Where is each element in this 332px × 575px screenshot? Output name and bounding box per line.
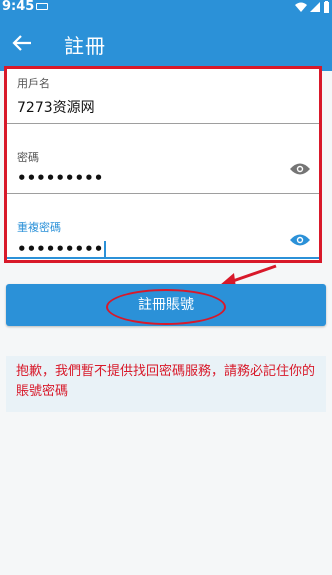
keyboard-icon	[36, 3, 48, 10]
confirm-password-input-wrap[interactable]: •••••••••	[17, 239, 317, 258]
password-input[interactable]: •••••••••	[17, 169, 317, 187]
username-field[interactable]: 用戶名 7273资源网	[17, 75, 317, 117]
username-underline	[7, 123, 319, 124]
wifi-icon	[295, 2, 307, 12]
page-title: 註冊	[64, 34, 106, 58]
password-field[interactable]: 密碼 •••••••••	[17, 149, 317, 187]
confirm-password-underline	[7, 257, 319, 259]
confirm-password-input[interactable]: •••••••••	[17, 240, 103, 258]
status-bar: 9:45	[0, 0, 332, 14]
password-label: 密碼	[17, 151, 39, 164]
app-bar: 註冊	[0, 14, 332, 71]
status-time: 9:45	[2, 0, 35, 14]
back-arrow-icon[interactable]	[12, 34, 32, 52]
username-label: 用戶名	[17, 77, 50, 90]
text-cursor	[104, 241, 107, 257]
confirm-password-label: 重複密碼	[17, 221, 61, 234]
registration-form: 用戶名 7273资源网 密碼 ••••••••• 重複密碼 •••••••••	[4, 66, 322, 263]
signal-icon	[310, 2, 320, 12]
status-icons	[295, 0, 330, 14]
username-input[interactable]: 7273资源网	[17, 97, 317, 117]
password-underline	[7, 193, 319, 194]
battery-icon	[324, 1, 329, 13]
annotation-ellipse	[106, 289, 226, 325]
notice-message: 抱歉，我們暫不提供找回密碼服務，請務必記住你的賬號密碼	[6, 356, 326, 412]
eye-icon[interactable]	[289, 233, 311, 247]
eye-icon[interactable]	[289, 162, 311, 176]
confirm-password-field[interactable]: 重複密碼 •••••••••	[17, 219, 317, 258]
